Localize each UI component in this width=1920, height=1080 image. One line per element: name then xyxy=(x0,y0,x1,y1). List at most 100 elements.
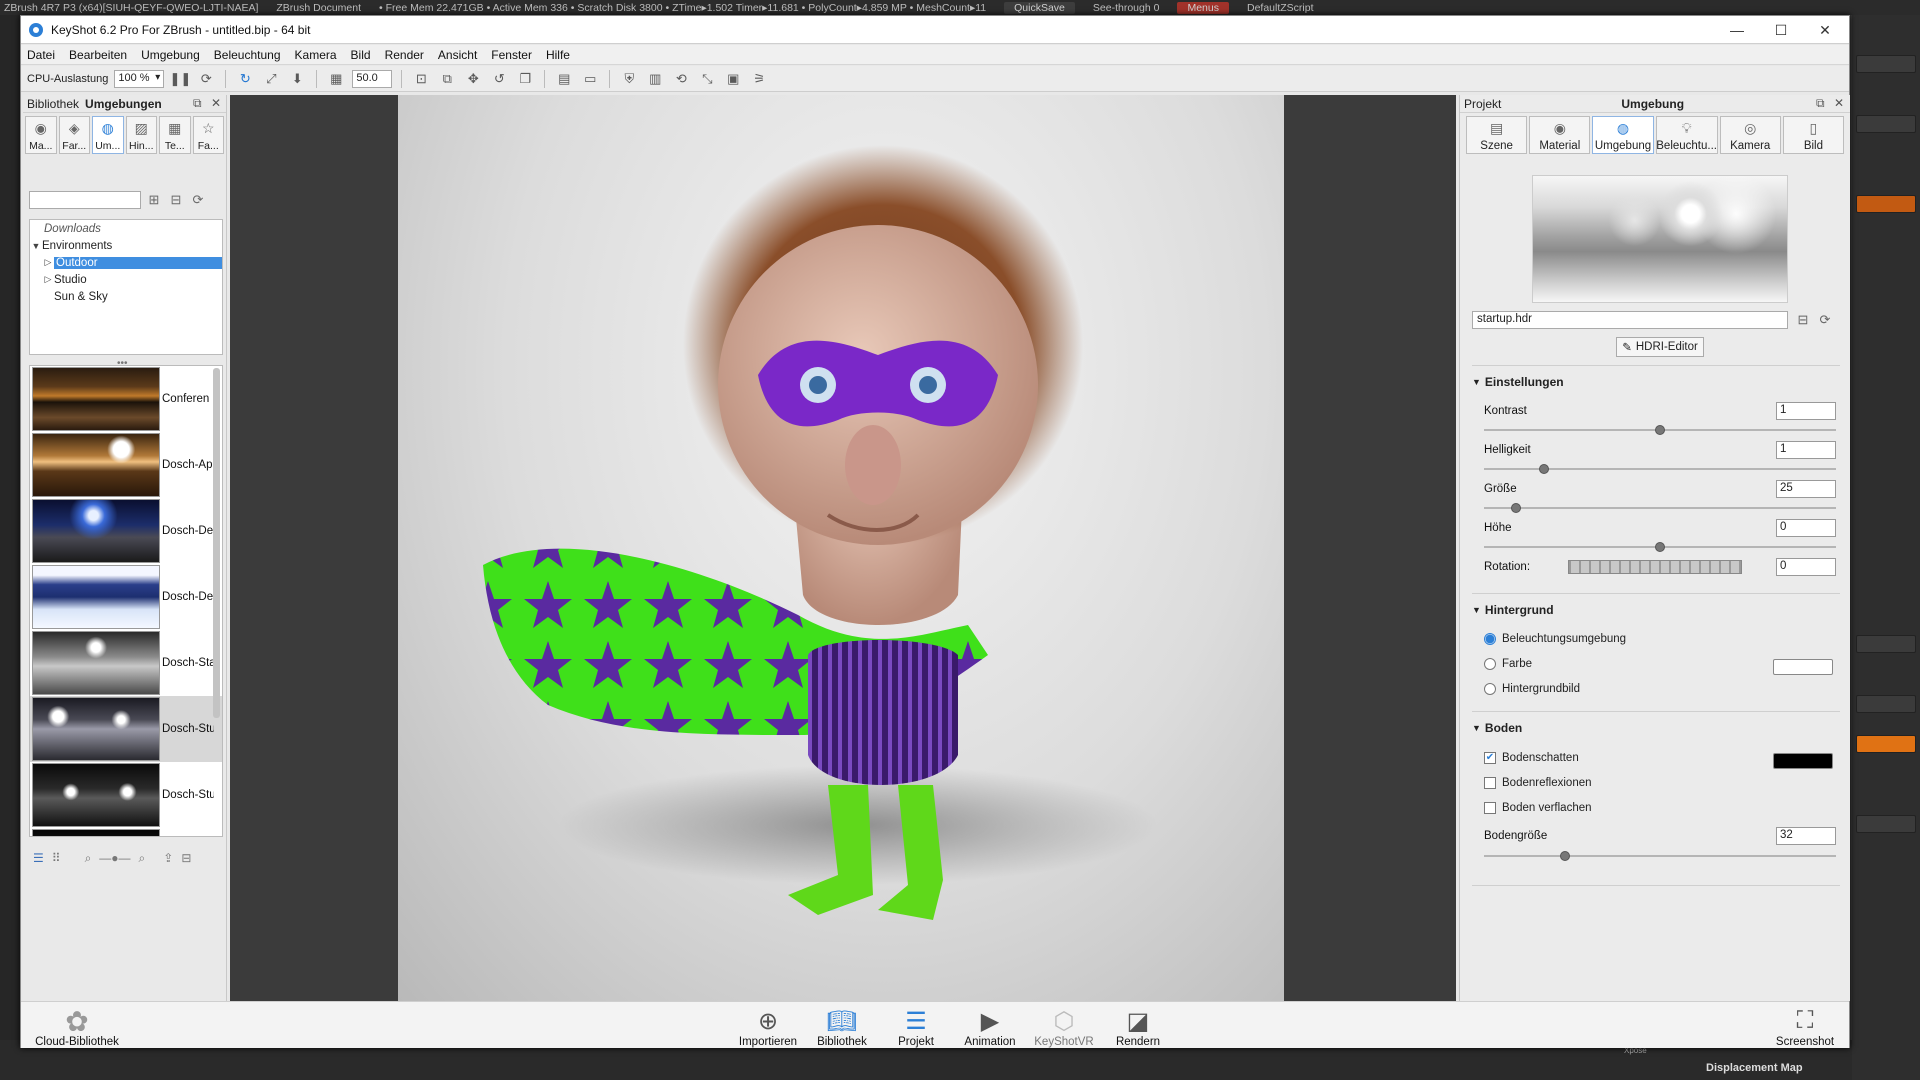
zbrush-displacement-map[interactable]: Displacement Map xyxy=(1706,1062,1803,1074)
radio-hintergrundbild[interactable]: Hintergrundbild xyxy=(1484,683,1580,695)
hoehe-slider[interactable] xyxy=(1484,542,1836,552)
move-icon[interactable]: ✥ xyxy=(463,69,483,89)
slider-knob[interactable] xyxy=(1510,503,1521,513)
section-einstellungen[interactable]: ▼ Einstellungen xyxy=(1472,375,1564,389)
hdri-preview[interactable] xyxy=(1532,175,1788,303)
animation-button[interactable]: ▶ Animation xyxy=(955,1006,1025,1049)
zbrush-widget[interactable] xyxy=(1856,735,1916,753)
checkbox[interactable] xyxy=(1484,777,1496,789)
helligkeit-input[interactable]: 1 xyxy=(1776,441,1836,459)
checkbox[interactable] xyxy=(1484,802,1496,814)
shield-icon[interactable]: ⛨ xyxy=(619,69,639,89)
pause-icon[interactable]: ❚❚ xyxy=(169,69,191,89)
tree-item-sun-sky[interactable]: Sun & Sky xyxy=(30,288,222,305)
download-icon[interactable]: ⬇ xyxy=(287,69,307,89)
zbrush-widget[interactable] xyxy=(1856,195,1916,213)
slider-knob[interactable] xyxy=(1655,542,1665,552)
console-icon[interactable]: ▣ xyxy=(723,69,743,89)
tab-szene[interactable]: ▤ Szene xyxy=(1466,116,1528,154)
reload-icon[interactable]: ⟳ xyxy=(1816,311,1834,329)
sync-icon[interactable]: ⟳ xyxy=(196,69,216,89)
tab-materials[interactable]: ◉ Ma... xyxy=(25,116,57,154)
zbrush-quicksave-button[interactable]: QuickSave xyxy=(1004,1,1075,14)
tree-item-outdoor[interactable]: ▷ Outdoor xyxy=(30,254,222,271)
menu-fenster[interactable]: Fenster xyxy=(491,48,532,62)
menu-render[interactable]: Render xyxy=(385,48,424,62)
upload-icon[interactable]: ⇪ xyxy=(163,851,173,865)
zbrush-widget[interactable] xyxy=(1856,55,1916,73)
groesse-slider[interactable] xyxy=(1484,503,1836,513)
menu-umgebung[interactable]: Umgebung xyxy=(141,48,200,62)
close-panel-icon[interactable]: ✕ xyxy=(1834,96,1844,110)
chevron-down-icon[interactable]: ▼ xyxy=(30,241,42,251)
bodengroesse-slider[interactable] xyxy=(1484,851,1836,861)
library-search-input[interactable] xyxy=(29,191,141,209)
zbrush-widget[interactable] xyxy=(1856,115,1916,133)
refresh-icon[interactable]: ⟳ xyxy=(189,191,207,209)
grid-view-icon[interactable]: ⠿ xyxy=(52,851,61,865)
rotate-icon[interactable]: ↺ xyxy=(489,69,509,89)
helligkeit-slider[interactable] xyxy=(1484,464,1836,474)
menu-ansicht[interactable]: Ansicht xyxy=(438,48,477,62)
zbrush-widget[interactable] xyxy=(1856,815,1916,833)
fov-icon[interactable]: ▦ xyxy=(326,69,346,89)
tab-beleuchtung[interactable]: 💡︎ Beleuchtu... xyxy=(1655,116,1718,154)
tree-item-downloads[interactable]: Downloads xyxy=(30,220,222,237)
layout-icon[interactable]: ▤ xyxy=(554,69,574,89)
list-item[interactable]: Dosch-De xyxy=(30,564,222,630)
thumbnail-size-slider[interactable]: —●— xyxy=(99,851,130,865)
list-item[interactable]: hdri-loca xyxy=(30,828,222,836)
keyshotvr-button[interactable]: ⬡ KeyShotVR xyxy=(1029,1006,1099,1049)
list-item[interactable]: Dosch-Stu xyxy=(30,762,222,828)
tab-umgebung[interactable]: ◍ Umgebung xyxy=(1592,116,1654,154)
rotation-dial[interactable] xyxy=(1568,560,1742,574)
list-item[interactable]: Dosch-Sta xyxy=(30,630,222,696)
library-button[interactable]: 📖︎ Bibliothek xyxy=(807,1006,877,1049)
import-folder-icon[interactable]: ⊞ xyxy=(145,191,163,209)
hoehe-input[interactable]: 0 xyxy=(1776,519,1836,537)
tab-bild[interactable]: ▯ Bild xyxy=(1782,116,1845,154)
kontrast-slider[interactable] xyxy=(1484,425,1836,435)
checkbox-checked[interactable]: ✔ xyxy=(1484,752,1496,764)
background-color-swatch[interactable] xyxy=(1773,659,1833,675)
section-boden[interactable]: ▼ Boden xyxy=(1472,721,1522,735)
close-button[interactable]: ✕ xyxy=(1803,16,1847,44)
radio-beleuchtungsumgebung[interactable]: Beleuchtungsumgebung xyxy=(1484,633,1626,645)
zoom-out-icon[interactable]: ⌕ xyxy=(85,851,92,866)
list-item[interactable]: Dosch-De xyxy=(30,498,222,564)
tab-colors[interactable]: ◈ Far... xyxy=(58,116,90,154)
slider-knob[interactable] xyxy=(1559,851,1570,861)
zbrush-see-through[interactable]: See-through 0 xyxy=(1093,2,1160,14)
list-item[interactable]: Dosch-Stu xyxy=(30,696,222,762)
radio-button[interactable] xyxy=(1484,658,1496,670)
fit-icon[interactable]: ⤢ xyxy=(261,69,281,89)
list-item[interactable]: Dosch-Ap xyxy=(30,432,222,498)
checkbox-bodenschatten[interactable]: ✔ Bodenschatten xyxy=(1484,752,1579,764)
tab-material[interactable]: ◉ Material xyxy=(1529,116,1591,154)
render-button[interactable]: ◪ Rendern xyxy=(1103,1006,1173,1049)
menu-beleuchtung[interactable]: Beleuchtung xyxy=(214,48,281,62)
close-panel-icon[interactable]: ✕ xyxy=(211,96,221,110)
menu-bearbeiten[interactable]: Bearbeiten xyxy=(69,48,127,62)
radio-button[interactable] xyxy=(1484,633,1496,645)
cpu-select[interactable]: 100 % xyxy=(114,69,165,88)
region-icon[interactable]: ⧉ xyxy=(437,69,457,89)
chevron-right-icon[interactable]: ▷ xyxy=(42,257,54,268)
shadow-color-swatch[interactable] xyxy=(1773,753,1833,769)
zbrush-widget[interactable] xyxy=(1856,695,1916,713)
zbrush-widget[interactable] xyxy=(1856,635,1916,653)
walk-icon[interactable]: ⚞ xyxy=(749,69,769,89)
thumbnail-scrollbar[interactable] xyxy=(213,368,220,718)
hdri-editor-button[interactable]: ✎ HDRI-Editor xyxy=(1616,337,1704,357)
render-canvas[interactable] xyxy=(398,95,1284,1001)
refresh-icon[interactable]: ↻ xyxy=(235,69,255,89)
grid-icon[interactable]: ▥ xyxy=(645,69,665,89)
tab-favorites[interactable]: ☆ Fa... xyxy=(192,116,224,154)
zoom-in-icon[interactable]: ⌕ xyxy=(139,851,146,866)
folder-icon[interactable]: ⊟ xyxy=(181,851,191,865)
menu-kamera[interactable]: Kamera xyxy=(295,48,337,62)
orbit-icon[interactable]: ⟲ xyxy=(671,69,691,89)
fov-input[interactable]: 50.0 xyxy=(352,69,393,88)
zbrush-zscript[interactable]: DefaultZScript xyxy=(1247,2,1314,14)
maximize-button[interactable]: ☐ xyxy=(1759,16,1803,44)
